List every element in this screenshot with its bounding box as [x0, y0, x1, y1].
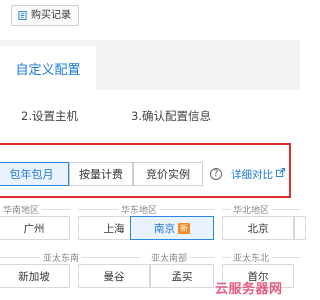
region-label-south-china: 华南地区 — [0, 203, 43, 216]
city-guangzhou[interactable]: 广州 — [0, 216, 70, 240]
city-bangkok[interactable]: 曼谷 — [78, 264, 150, 288]
region-label-north-china: 华北地区 — [230, 203, 273, 216]
top-toolbar: 购买记录 — [0, 0, 300, 40]
city-singapore[interactable]: 新加坡 — [0, 264, 70, 288]
external-link-icon — [276, 168, 285, 177]
city-beijing[interactable]: 北京 — [222, 216, 294, 240]
step-confirm-config: 3.确认配置信息 — [131, 109, 211, 123]
city-nanjing-label: 南京 — [154, 222, 175, 235]
region-label-ap-south: 亚太南部 — [148, 251, 191, 264]
purchase-records-label: 购买记录 — [31, 10, 71, 21]
new-badge: 新 — [178, 222, 190, 234]
city-nanjing[interactable]: 南京 新 — [130, 216, 214, 240]
billing-option-spot[interactable]: 竞价实例 — [133, 162, 203, 186]
region-label-east-china: 华东地区 — [118, 203, 161, 216]
tab-custom-config[interactable]: 自定义配置 — [0, 46, 96, 90]
document-icon — [18, 11, 27, 20]
region-label-ap-southeast: 亚太东南 — [40, 251, 83, 264]
compare-link[interactable]: 详细对比 — [231, 167, 273, 182]
city-mumbai[interactable]: 孟买 — [150, 264, 214, 288]
city-partial[interactable] — [294, 216, 306, 240]
watermark: 云服务器网 — [215, 282, 283, 297]
billing-option-monthly[interactable]: 包年包月 — [0, 162, 69, 186]
purchase-records-button[interactable]: 购买记录 — [11, 5, 79, 26]
step-set-host: 2.设置主机 — [21, 109, 78, 123]
billing-option-pay-as-you-go[interactable]: 按量计费 — [69, 162, 133, 186]
help-icon[interactable]: ? — [210, 168, 222, 180]
region-label-ap-northeast: 亚太东北 — [230, 251, 273, 264]
